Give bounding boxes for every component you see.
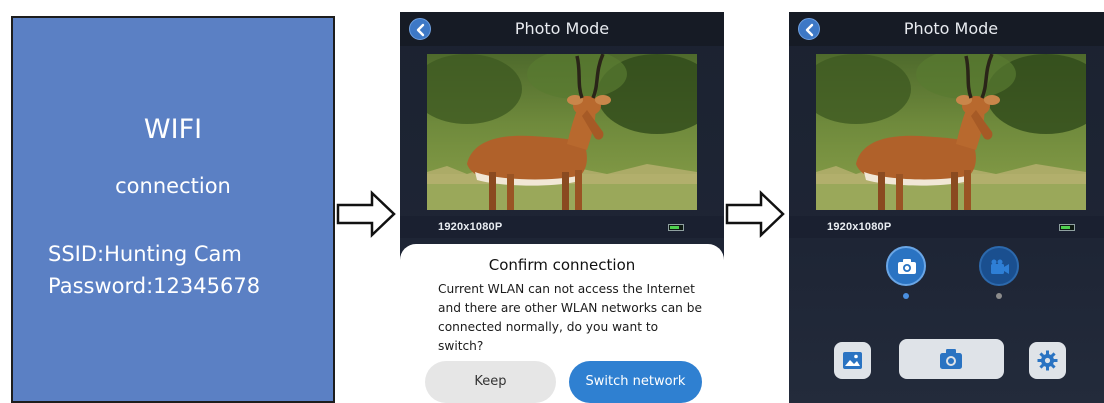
camera-icon [940,349,962,369]
camera-icon [898,259,916,274]
impala-photo [816,54,1086,210]
switch-network-button[interactable]: Switch network [569,361,702,403]
gallery-button[interactable] [834,342,871,379]
phone-screen-confirm: Photo Mode 1920x1080P Confirm connection… [400,12,724,403]
dialog-message: Current WLAN can not access the Internet… [438,282,703,353]
battery-icon [1059,224,1075,231]
photo-mode-button[interactable] [886,246,926,286]
video-mode-indicator [996,293,1002,299]
video-mode-button[interactable] [979,246,1019,286]
settings-gear-icon [1037,350,1058,371]
wifi-password: Password:12345678 [48,274,261,298]
video-camera-icon [991,259,1009,274]
settings-button[interactable] [1029,342,1066,379]
app-header: Photo Mode [789,12,1104,46]
wifi-connection-card: WIFI connection SSID:Hunting Cam Passwor… [11,16,335,403]
right-arrow-icon [336,190,396,238]
gallery-icon [843,352,862,369]
confirm-connection-dialog: Confirm connection Current WLAN can not … [400,244,724,403]
camera-preview [816,54,1086,210]
app-header: Photo Mode [400,12,724,46]
page-title: Photo Mode [514,19,610,38]
wifi-subtitle: connection [115,174,231,198]
page-title: Photo Mode [903,19,999,38]
camera-preview [427,54,697,210]
wifi-ssid: SSID:Hunting Cam [48,242,242,266]
resolution-label: 1920x1080P [827,221,892,233]
phone-screen-camera: Photo Mode 1920x1080P [789,12,1104,403]
dialog-title: Confirm connection [488,256,636,274]
keep-button[interactable]: Keep [425,361,556,403]
wifi-title: WIFI [143,114,203,145]
photo-mode-indicator [903,293,909,299]
shutter-button[interactable] [899,339,1004,379]
resolution-label: 1920x1080P [438,221,503,233]
battery-icon [668,224,684,231]
impala-photo [427,54,697,210]
right-arrow-icon [725,190,785,238]
